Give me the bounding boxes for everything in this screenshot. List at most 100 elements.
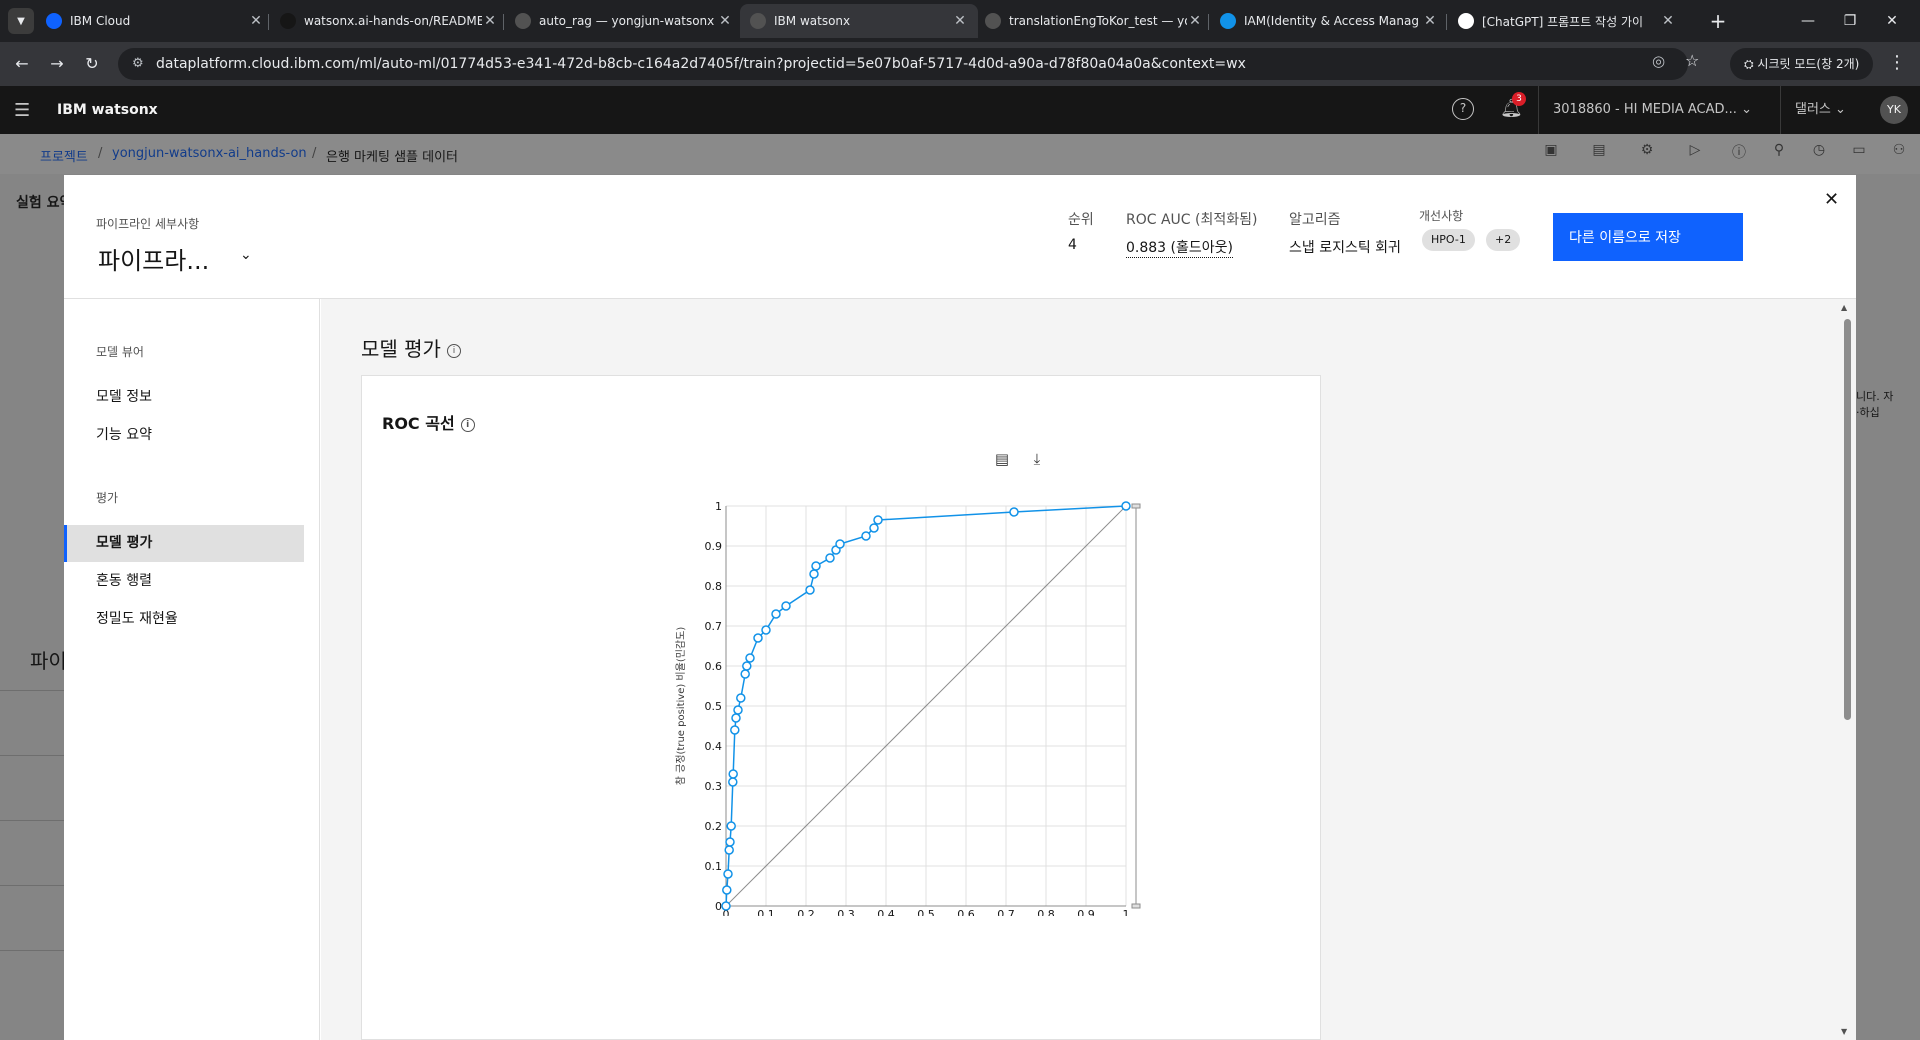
improvements-label: 개선사항 [1419, 209, 1464, 223]
tab-close-icon[interactable]: ✕ [482, 13, 498, 29]
download-icon[interactable]: ⤓ [1027, 450, 1047, 470]
hamburger-menu-icon[interactable]: ☰ [14, 100, 30, 121]
roc-point [733, 705, 743, 715]
nav-item-model-evaluation[interactable]: 모델 평가 [64, 525, 304, 562]
browser-tab[interactable]: IBM watsonx ✕ [740, 4, 978, 38]
x-tick-label: 0.9 [1077, 908, 1095, 916]
roc-point [728, 769, 738, 779]
roc-point [730, 725, 740, 735]
account-switcher[interactable]: 3018860 - HI MEDIA ACAD... ⌄ [1538, 86, 1768, 134]
app-header: ☰ IBM watsonx ? 🔔︎ 3 3018860 - HI MEDIA … [0, 86, 1920, 134]
tab-search-icon[interactable]: ▼ [8, 8, 34, 34]
browser-tab[interactable]: watsonx.ai-hands-on/README ✕ [270, 4, 508, 38]
browser-tab[interactable]: auto_rag — yongjun-watsonx ✕ [505, 4, 743, 38]
roc-point [811, 561, 821, 571]
roc-point [725, 837, 735, 847]
y-tick-label: 0.1 [705, 860, 723, 873]
forward-icon[interactable]: → [45, 52, 69, 76]
x-tick-label: 0.4 [877, 908, 895, 916]
tab-title: IAM(Identity & Access Manag [1244, 14, 1419, 28]
browser-tab[interactable]: translationEngToKor_test — yo ✕ [975, 4, 1213, 38]
nav-section-evaluation: 평가 [96, 491, 119, 505]
rank-value: 4 [1068, 237, 1077, 253]
tab-favicon-icon [1220, 13, 1236, 29]
info-icon[interactable]: i [446, 343, 461, 358]
window-close-icon[interactable]: ✕ [1872, 8, 1912, 34]
site-info-icon[interactable]: ⚙ [132, 48, 144, 80]
info-icon[interactable]: i [460, 417, 475, 432]
tab-favicon-icon [1458, 13, 1474, 29]
scrollbar-thumb[interactable] [1844, 319, 1851, 720]
save-as-button[interactable]: 다른 이름으로 저장 [1553, 213, 1743, 261]
scroll-up-icon[interactable]: ▲ [1841, 303, 1847, 312]
modal-header: 파이프라인 세부사항 파이프라... ⌄ 순위 4 ROC AUC (최적화됨)… [64, 175, 1856, 299]
reload-icon[interactable]: ↻ [80, 52, 104, 76]
nav-item-feature-summary[interactable]: 기능 요약 [64, 417, 304, 454]
incognito-badge[interactable]: ⛭ 시크릿 모드(창 2개) [1730, 48, 1874, 80]
chevron-down-icon[interactable]: ⌄ [240, 247, 252, 263]
roc-point [869, 523, 879, 533]
y-zoom-handle-top [1131, 503, 1141, 509]
tab-title: IBM watsonx [774, 14, 851, 28]
roc-chart-card: ROC 곡선 i ▤ ⤓ 0 0.1 0.2 0.3 0.4 0.5 0.6 0.7 0.8 0.9… [361, 375, 1321, 1040]
tab-close-icon[interactable]: ✕ [1660, 13, 1676, 29]
address-bar: ← → ↻ ⚙ dataplatform.cloud.ibm.com/ml/au… [0, 42, 1920, 86]
pipeline-title[interactable]: 파이프라... [98, 241, 209, 276]
pipeline-details-label: 파이프라인 세부사항 [96, 217, 200, 231]
tab-favicon-icon [46, 13, 62, 29]
nav-item-confusion-matrix[interactable]: 혼동 행렬 [64, 563, 304, 600]
roc-point [1009, 507, 1019, 517]
tab-close-icon[interactable]: ✕ [952, 13, 968, 29]
tab-close-icon[interactable]: ✕ [1187, 13, 1203, 29]
browser-tab[interactable]: [ChatGPT] 프롬프트 작성 가이 ✕ [1448, 4, 1686, 38]
modal-side-nav: 모델 뷰어 모델 정보 기능 요약 평가 모델 평가 혼동 행렬 정밀도 재현율 [64, 299, 320, 1040]
url-input[interactable]: ⚙ dataplatform.cloud.ibm.com/ml/auto-ml/… [118, 48, 1688, 80]
nav-item-model-info[interactable]: 모델 정보 [64, 379, 304, 416]
back-icon[interactable]: ← [10, 52, 34, 76]
help-icon[interactable]: ? [1452, 98, 1474, 120]
roc-point [873, 515, 883, 525]
tab-close-icon[interactable]: ✕ [717, 13, 733, 29]
roc-point [1121, 501, 1131, 511]
y-tick-label: 0.9 [705, 540, 723, 553]
eye-off-icon[interactable]: ◎ [1652, 52, 1665, 70]
browser-tab[interactable]: IAM(Identity & Access Manag ✕ [1210, 4, 1448, 38]
roc-point [721, 901, 731, 911]
content-title: 모델 평가 i [361, 333, 461, 362]
avatar[interactable]: YK [1880, 96, 1908, 124]
improvement-tag: HPO-1 [1422, 229, 1475, 251]
bookmark-star-icon[interactable]: ☆ [1685, 51, 1699, 70]
scroll-down-icon[interactable]: ▼ [1841, 1027, 1847, 1036]
new-tab-icon[interactable]: + [1705, 8, 1731, 34]
roc-point [805, 585, 815, 595]
tab-separator [503, 14, 504, 30]
tab-close-icon[interactable]: ✕ [1422, 13, 1438, 29]
tab-title: [ChatGPT] 프롬프트 작성 가이 [1482, 14, 1644, 29]
roc-point [742, 661, 752, 671]
y-tick-label: 1 [715, 500, 722, 513]
browser-tab[interactable]: IBM Cloud ✕ [36, 4, 274, 38]
y-tick-label: 0.8 [705, 580, 723, 593]
minimize-icon[interactable]: — [1788, 8, 1828, 34]
browser-menu-icon[interactable]: ⋮ [1888, 52, 1906, 73]
close-icon[interactable]: ✕ [1824, 189, 1839, 210]
algorithm-value: 스냅 로지스틱 회귀 [1289, 240, 1401, 256]
roc-auc-value[interactable]: 0.883 (홀드아웃) [1126, 237, 1233, 258]
tab-close-icon[interactable]: ✕ [248, 13, 264, 29]
y-tick-label: 0.3 [705, 780, 723, 793]
restore-icon[interactable]: ❐ [1830, 8, 1870, 34]
nav-item-precision-recall[interactable]: 정밀도 재현율 [64, 601, 304, 638]
table-view-icon[interactable]: ▤ [992, 450, 1012, 470]
notification-count-badge: 3 [1512, 92, 1526, 106]
browser-tab-bar: ▼ IBM Cloud ✕ watsonx.ai-hands-on/README ✕ a… [0, 0, 1920, 42]
roc-point [835, 539, 845, 549]
region-switcher[interactable]: 댈러스 ⌄ [1780, 86, 1850, 134]
nav-section-model-viewer: 모델 뷰어 [96, 345, 144, 359]
y-zoom-handle-bottom [1131, 903, 1141, 909]
brand-name[interactable]: IBM watsonx [57, 102, 158, 118]
y-tick-label: 0.4 [705, 740, 723, 753]
chevron-down-icon: ⌄ [1741, 102, 1752, 117]
roc-point [781, 601, 791, 611]
card-title-text: ROC 곡선 [382, 414, 455, 433]
improvement-more-tag[interactable]: +2 [1486, 229, 1521, 251]
